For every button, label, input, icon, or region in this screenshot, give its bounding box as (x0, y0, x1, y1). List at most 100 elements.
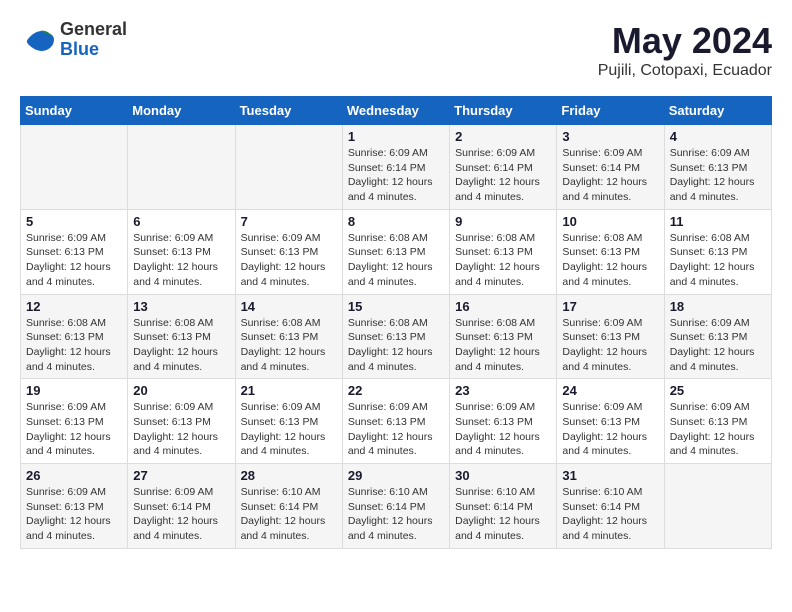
day-number: 21 (241, 383, 337, 398)
title-area: May 2024 Pujili, Cotopaxi, Ecuador (598, 20, 772, 80)
day-number: 23 (455, 383, 551, 398)
day-number: 14 (241, 299, 337, 314)
week-row-0: 1 Sunrise: 6:09 AMSunset: 6:14 PMDaylight… (21, 125, 772, 210)
day-info: Sunrise: 6:08 AMSunset: 6:13 PMDaylight:… (241, 316, 337, 375)
calendar-cell: 7 Sunrise: 6:09 AMSunset: 6:13 PMDaylight… (235, 209, 342, 294)
day-number: 13 (133, 299, 229, 314)
calendar-subtitle: Pujili, Cotopaxi, Ecuador (598, 62, 772, 80)
header-wednesday: Wednesday (342, 97, 449, 125)
day-number: 27 (133, 468, 229, 483)
day-number: 9 (455, 214, 551, 229)
day-info: Sunrise: 6:08 AMSunset: 6:13 PMDaylight:… (562, 231, 658, 290)
week-row-4: 26Sunrise: 6:09 AMSunset: 6:13 PMDayligh… (21, 464, 772, 549)
day-info: Sunrise: 6:09 AMSunset: 6:13 PMDaylight:… (562, 316, 658, 375)
day-info: Sunrise: 6:08 AMSunset: 6:13 PMDaylight:… (348, 231, 444, 290)
calendar-cell (21, 125, 128, 210)
calendar-cell: 14 Sunrise: 6:08 AMSunset: 6:13 PMDayligh… (235, 294, 342, 379)
calendar-cell: 30Sunrise: 6:10 AMSunset: 6:14 PMDayligh… (450, 464, 557, 549)
week-row-2: 12Sunrise: 6:08 AMSunset: 6:13 PMDayligh… (21, 294, 772, 379)
day-info: Sunrise: 6:09 AMSunset: 6:13 PMDaylight:… (562, 400, 658, 459)
header-friday: Friday (557, 97, 664, 125)
day-number: 31 (562, 468, 658, 483)
logo-icon (20, 22, 56, 58)
calendar-cell: 24 Sunrise: 6:09 AMSunset: 6:13 PMDayligh… (557, 379, 664, 464)
day-info: Sunrise: 6:10 AMSunset: 6:14 PMDaylight:… (241, 485, 337, 544)
calendar-cell: 27 Sunrise: 6:09 AMSunset: 6:14 PMDayligh… (128, 464, 235, 549)
day-number: 29 (348, 468, 444, 483)
calendar-cell: 21 Sunrise: 6:09 AMSunset: 6:13 PMDayligh… (235, 379, 342, 464)
day-number: 20 (133, 383, 229, 398)
day-number: 17 (562, 299, 658, 314)
calendar-cell: 3Sunrise: 6:09 AMSunset: 6:14 PMDaylight… (557, 125, 664, 210)
day-number: 16 (455, 299, 551, 314)
day-number: 18 (670, 299, 766, 314)
calendar-cell: 19 Sunrise: 6:09 AMSunset: 6:13 PMDayligh… (21, 379, 128, 464)
day-info: Sunrise: 6:09 AMSunset: 6:13 PMDaylight:… (670, 400, 766, 459)
calendar-cell (664, 464, 771, 549)
day-info: Sunrise: 6:09 AMSunset: 6:13 PMDaylight:… (455, 400, 551, 459)
day-number: 5 (26, 214, 122, 229)
calendar-cell: 10 Sunrise: 6:08 AMSunset: 6:13 PMDayligh… (557, 209, 664, 294)
day-number: 2 (455, 129, 551, 144)
logo-blue-text: Blue (60, 40, 127, 60)
calendar-cell: 17 Sunrise: 6:09 AMSunset: 6:13 PMDayligh… (557, 294, 664, 379)
day-number: 19 (26, 383, 122, 398)
week-row-3: 19 Sunrise: 6:09 AMSunset: 6:13 PMDayligh… (21, 379, 772, 464)
day-number: 11 (670, 214, 766, 229)
header-monday: Monday (128, 97, 235, 125)
day-info: Sunrise: 6:08 AMSunset: 6:13 PMDaylight:… (455, 231, 551, 290)
calendar-cell: 6 Sunrise: 6:09 AMSunset: 6:13 PMDaylight… (128, 209, 235, 294)
day-info: Sunrise: 6:09 AMSunset: 6:13 PMDaylight:… (133, 400, 229, 459)
calendar-cell: 12Sunrise: 6:08 AMSunset: 6:13 PMDayligh… (21, 294, 128, 379)
logo-general-text: General (60, 20, 127, 40)
calendar-cell: 15Sunrise: 6:08 AMSunset: 6:13 PMDayligh… (342, 294, 449, 379)
calendar-cell: 23 Sunrise: 6:09 AMSunset: 6:13 PMDayligh… (450, 379, 557, 464)
day-number: 1 (348, 129, 444, 144)
day-info: Sunrise: 6:09 AMSunset: 6:13 PMDaylight:… (133, 231, 229, 290)
calendar-cell: 13 Sunrise: 6:08 AMSunset: 6:13 PMDayligh… (128, 294, 235, 379)
day-info: Sunrise: 6:09 AMSunset: 6:13 PMDaylight:… (670, 146, 766, 205)
day-info: Sunrise: 6:09 AMSunset: 6:14 PMDaylight:… (348, 146, 444, 205)
logo-text: General Blue (60, 20, 127, 60)
day-number: 6 (133, 214, 229, 229)
calendar-header: SundayMondayTuesdayWednesdayThursdayFrid… (21, 97, 772, 125)
day-number: 3 (562, 129, 658, 144)
header-tuesday: Tuesday (235, 97, 342, 125)
calendar-cell: 18 Sunrise: 6:09 AMSunset: 6:13 PMDayligh… (664, 294, 771, 379)
header: General Blue May 2024 Pujili, Cotopaxi, … (20, 20, 772, 80)
day-info: Sunrise: 6:09 AMSunset: 6:14 PMDaylight:… (455, 146, 551, 205)
calendar-cell: 28 Sunrise: 6:10 AMSunset: 6:14 PMDayligh… (235, 464, 342, 549)
calendar-cell (128, 125, 235, 210)
day-info: Sunrise: 6:08 AMSunset: 6:13 PMDaylight:… (670, 231, 766, 290)
calendar-cell: 8Sunrise: 6:08 AMSunset: 6:13 PMDaylight… (342, 209, 449, 294)
header-saturday: Saturday (664, 97, 771, 125)
day-number: 15 (348, 299, 444, 314)
day-number: 24 (562, 383, 658, 398)
day-number: 10 (562, 214, 658, 229)
day-info: Sunrise: 6:09 AMSunset: 6:14 PMDaylight:… (133, 485, 229, 544)
day-info: Sunrise: 6:09 AMSunset: 6:13 PMDaylight:… (26, 231, 122, 290)
calendar-cell: 20 Sunrise: 6:09 AMSunset: 6:13 PMDayligh… (128, 379, 235, 464)
day-info: Sunrise: 6:10 AMSunset: 6:14 PMDaylight:… (562, 485, 658, 544)
day-info: Sunrise: 6:10 AMSunset: 6:14 PMDaylight:… (348, 485, 444, 544)
day-info: Sunrise: 6:09 AMSunset: 6:13 PMDaylight:… (241, 231, 337, 290)
calendar-cell: 25Sunrise: 6:09 AMSunset: 6:13 PMDayligh… (664, 379, 771, 464)
day-info: Sunrise: 6:08 AMSunset: 6:13 PMDaylight:… (455, 316, 551, 375)
day-info: Sunrise: 6:08 AMSunset: 6:13 PMDaylight:… (133, 316, 229, 375)
logo: General Blue (20, 20, 127, 60)
day-number: 22 (348, 383, 444, 398)
day-number: 30 (455, 468, 551, 483)
calendar-table: SundayMondayTuesdayWednesdayThursdayFrid… (20, 96, 772, 549)
day-number: 7 (241, 214, 337, 229)
day-number: 4 (670, 129, 766, 144)
calendar-cell: 2 Sunrise: 6:09 AMSunset: 6:14 PMDaylight… (450, 125, 557, 210)
day-info: Sunrise: 6:09 AMSunset: 6:13 PMDaylight:… (241, 400, 337, 459)
calendar-cell: 4 Sunrise: 6:09 AMSunset: 6:13 PMDaylight… (664, 125, 771, 210)
calendar-title: May 2024 (598, 20, 772, 62)
week-row-1: 5 Sunrise: 6:09 AMSunset: 6:13 PMDaylight… (21, 209, 772, 294)
calendar-cell: 22Sunrise: 6:09 AMSunset: 6:13 PMDayligh… (342, 379, 449, 464)
day-info: Sunrise: 6:09 AMSunset: 6:13 PMDaylight:… (26, 400, 122, 459)
day-info: Sunrise: 6:09 AMSunset: 6:13 PMDaylight:… (670, 316, 766, 375)
calendar-cell: 26Sunrise: 6:09 AMSunset: 6:13 PMDayligh… (21, 464, 128, 549)
day-number: 28 (241, 468, 337, 483)
